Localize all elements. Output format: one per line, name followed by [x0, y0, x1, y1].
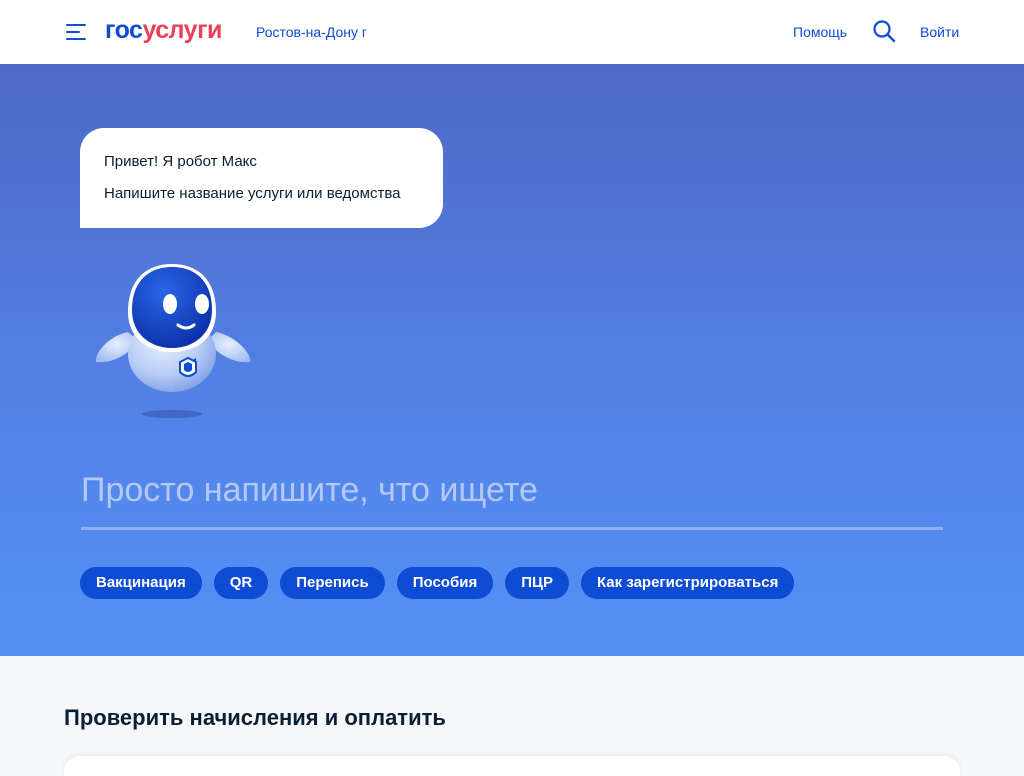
charges-card: [64, 756, 960, 776]
quick-chips: Вакцинация QR Перепись Пособия ПЦР Как з…: [80, 567, 795, 599]
chip-how-to-register[interactable]: Как зарегистрироваться: [580, 567, 795, 599]
section-title: Проверить начисления и оплатить: [64, 705, 446, 730]
search-input[interactable]: [81, 460, 943, 520]
search-field[interactable]: [81, 460, 943, 530]
top-header: госуслуги Ростов-на-Дону г Помощь Войти: [0, 0, 1024, 64]
logo-part-uslugi: услуги: [142, 16, 222, 44]
login-link[interactable]: Войти: [920, 23, 959, 41]
help-link[interactable]: Помощь: [793, 23, 847, 41]
logo-part-gos: гос: [105, 16, 143, 44]
bubble-greeting: Привет! Я робот Макс: [104, 153, 257, 170]
menu-icon-line: [66, 31, 80, 33]
chip-qr[interactable]: QR: [213, 567, 269, 599]
menu-icon[interactable]: [66, 24, 86, 40]
chip-benefits[interactable]: Пособия: [396, 567, 494, 599]
chip-vaccination[interactable]: Вакцинация: [80, 567, 202, 599]
gosuslugi-logo[interactable]: госуслуги: [105, 15, 222, 45]
hero-section: Привет! Я робот Макс Напишите название у…: [0, 64, 1024, 656]
menu-icon-line: [66, 24, 86, 26]
robot-speech-bubble: Привет! Я робот Макс Напишите название у…: [80, 128, 443, 228]
city-selector[interactable]: Ростов-на-Дону г: [256, 23, 367, 41]
robot-max-illustration: [95, 264, 251, 418]
chip-census[interactable]: Перепись: [280, 567, 385, 599]
menu-icon-line: [66, 38, 86, 40]
chip-pcr[interactable]: ПЦР: [505, 567, 569, 599]
bubble-hint: Напишите название услуги или ведомства: [104, 185, 401, 202]
search-icon[interactable]: [872, 19, 896, 43]
